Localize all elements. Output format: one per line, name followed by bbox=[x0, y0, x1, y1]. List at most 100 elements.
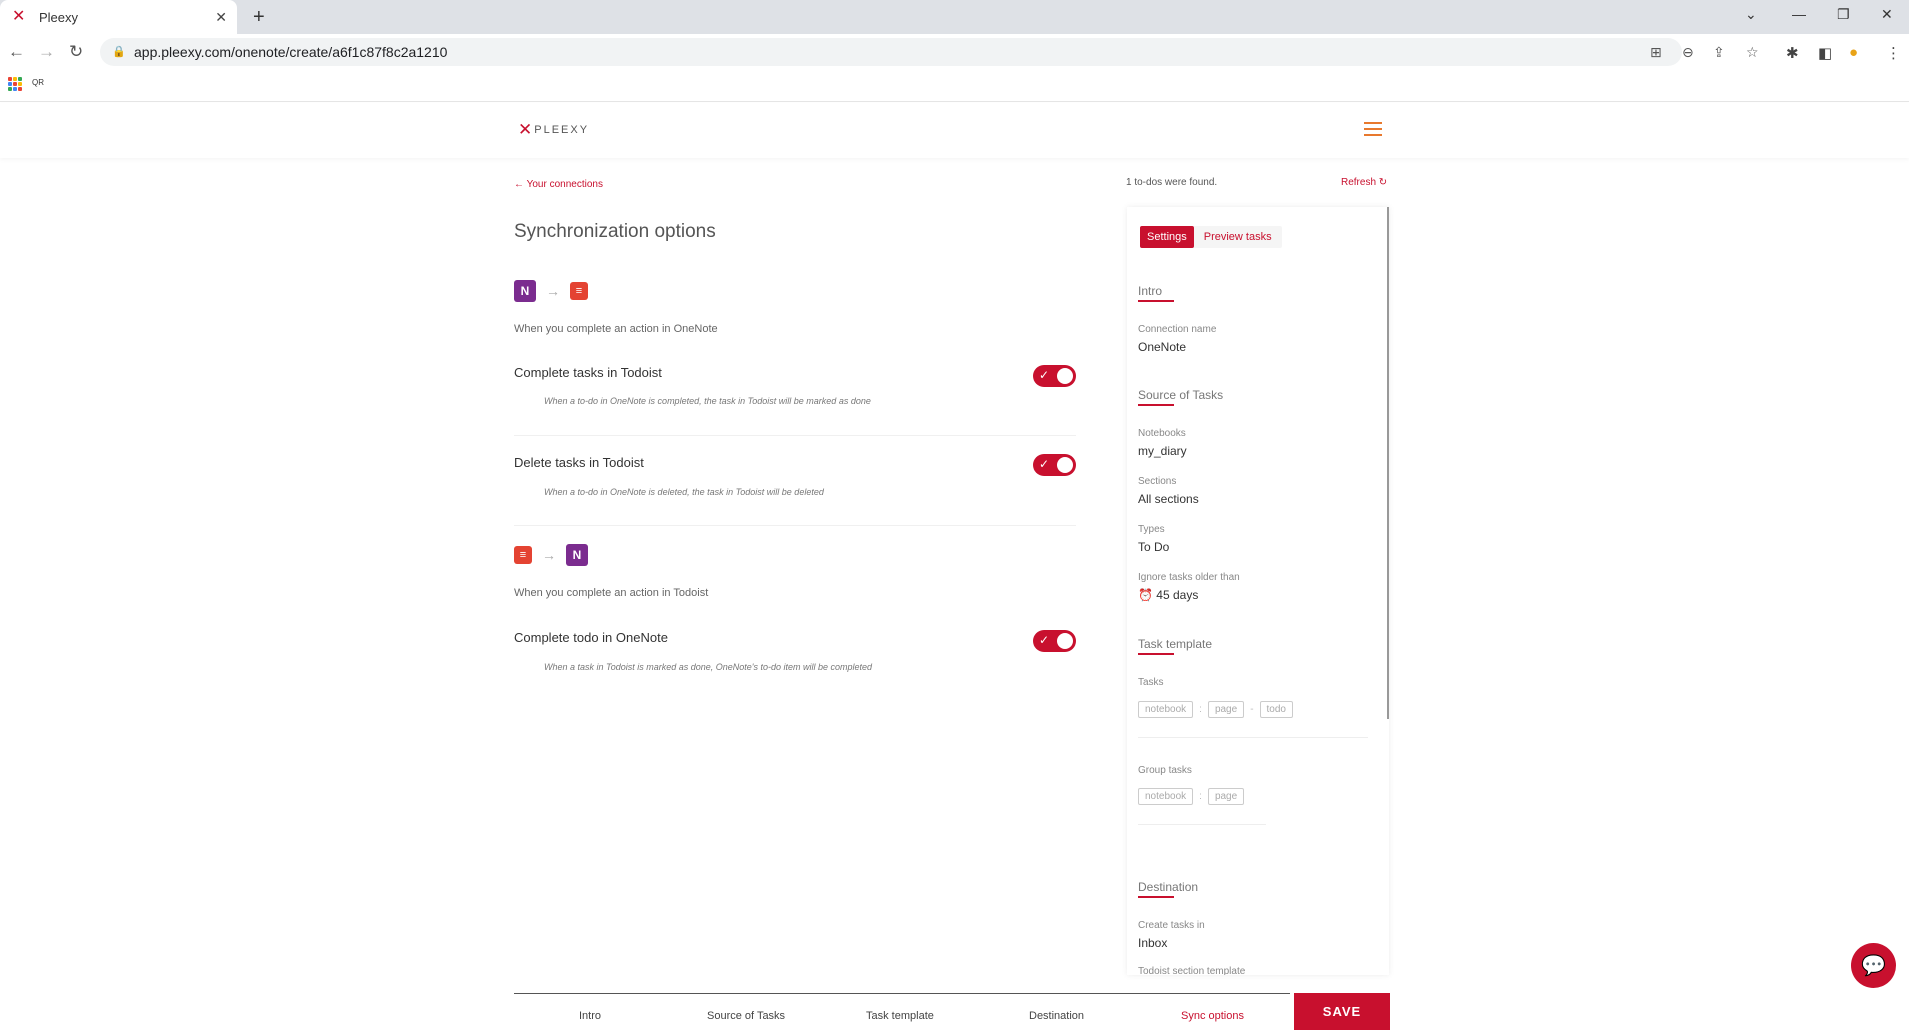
new-tab-icon[interactable]: + bbox=[253, 6, 265, 29]
browser-tab[interactable]: ✕ Pleexy ✕ bbox=[0, 0, 237, 34]
close-tab-icon[interactable]: ✕ bbox=[215, 9, 227, 26]
create-tasks-in-value: Inbox bbox=[1138, 936, 1168, 950]
close-window-icon[interactable]: ✕ bbox=[1881, 6, 1893, 23]
notebooks-label: Notebooks bbox=[1138, 428, 1186, 439]
step-sync-options[interactable]: Sync options bbox=[1181, 1010, 1244, 1022]
connection-name-value: OneNote bbox=[1138, 340, 1187, 354]
option-description: When a task in Todoist is marked as done… bbox=[544, 662, 873, 672]
app-header bbox=[0, 103, 1909, 158]
onenote-section-hint: When you complete an action in OneNote bbox=[514, 323, 718, 335]
restore-icon[interactable]: ❐ bbox=[1837, 6, 1850, 23]
check-icon: ✓ bbox=[1039, 368, 1050, 382]
side-panel-icon[interactable]: ◧ bbox=[1818, 44, 1832, 62]
step-task-template[interactable]: Task template bbox=[866, 1010, 934, 1022]
onenote-icon: N bbox=[566, 544, 588, 566]
tasks-template-chips: notebook : page - todo bbox=[1138, 701, 1293, 718]
template-chip[interactable]: page bbox=[1207, 788, 1245, 805]
todoist-icon: ≡ bbox=[514, 546, 532, 564]
tasks-template-label: Tasks bbox=[1138, 677, 1164, 688]
delete-tasks-todoist-toggle[interactable]: ✓ bbox=[1033, 454, 1076, 476]
tab-title: Pleexy bbox=[39, 9, 79, 25]
sections-label: Sections bbox=[1138, 476, 1177, 487]
menu-icon[interactable] bbox=[1364, 122, 1382, 140]
translate-icon[interactable]: ⊞ bbox=[1650, 44, 1662, 61]
arrow-right-icon: → bbox=[542, 547, 556, 563]
forward-icon[interactable]: → bbox=[38, 42, 55, 62]
back-icon[interactable]: ← bbox=[8, 42, 25, 62]
divider bbox=[1138, 737, 1368, 738]
sections-value: All sections bbox=[1138, 492, 1199, 506]
tab-settings[interactable]: Settings bbox=[1140, 226, 1194, 248]
divider bbox=[514, 525, 1076, 526]
group-tasks-label: Group tasks bbox=[1138, 765, 1192, 776]
task-template-heading: Task template bbox=[1138, 637, 1213, 655]
back-link-label: Your connections bbox=[526, 179, 603, 190]
arrow-right-icon: → bbox=[546, 283, 560, 299]
onenote-to-todoist-flow: N → ≡ bbox=[514, 280, 588, 302]
todoist-to-onenote-flow: ≡ → N bbox=[514, 544, 588, 566]
source-heading: Source of Tasks bbox=[1138, 388, 1224, 406]
chat-support-icon[interactable]: 💬 bbox=[1851, 943, 1896, 988]
check-icon: ✓ bbox=[1039, 633, 1050, 647]
extensions-icon[interactable]: ✱ bbox=[1786, 44, 1799, 62]
refresh-icon: ↻ bbox=[1378, 177, 1388, 188]
panel-scrollbar[interactable] bbox=[1387, 207, 1389, 719]
divider bbox=[1138, 824, 1266, 825]
bookmark-star-icon[interactable]: ☆ bbox=[1746, 44, 1759, 61]
complete-tasks-todoist-toggle[interactable]: ✓ bbox=[1033, 365, 1076, 387]
reload-icon[interactable]: ↻ bbox=[69, 42, 83, 62]
template-chip[interactable]: notebook bbox=[1138, 788, 1194, 805]
step-destination[interactable]: Destination bbox=[1029, 1010, 1084, 1022]
tab-search-icon[interactable]: ⌄ bbox=[1745, 6, 1757, 23]
option-label: Complete tasks in Todoist bbox=[514, 365, 662, 380]
chip-separator: : bbox=[1199, 791, 1202, 802]
refresh-label: Refresh bbox=[1341, 177, 1377, 188]
notebooks-value: my_diary bbox=[1138, 444, 1187, 458]
steps-divider bbox=[514, 993, 1290, 994]
ignore-days: 45 days bbox=[1156, 588, 1199, 602]
url-text[interactable]: app.pleexy.com/onenote/create/a6f1c87f8c… bbox=[134, 44, 447, 60]
complete-todo-onenote-toggle[interactable]: ✓ bbox=[1033, 630, 1076, 652]
step-source-of-tasks[interactable]: Source of Tasks bbox=[707, 1010, 785, 1022]
step-intro[interactable]: Intro bbox=[579, 1010, 601, 1022]
save-button[interactable]: SAVE bbox=[1294, 993, 1390, 1030]
intro-heading: Intro bbox=[1138, 284, 1175, 302]
share-icon[interactable]: ⇪ bbox=[1713, 44, 1725, 61]
types-value: To Do bbox=[1138, 540, 1170, 554]
section-template-label: Todoist section template bbox=[1138, 966, 1246, 975]
template-chip[interactable]: page bbox=[1207, 701, 1245, 718]
zoom-icon[interactable]: ⊖ bbox=[1682, 44, 1694, 61]
refresh-link[interactable]: Refresh ↻ bbox=[1341, 177, 1387, 188]
option-label: Delete tasks in Todoist bbox=[514, 455, 644, 470]
todoist-icon: ≡ bbox=[570, 282, 588, 300]
profile-avatar-icon[interactable]: ● bbox=[1849, 44, 1858, 61]
template-chip[interactable]: notebook bbox=[1138, 701, 1194, 718]
ignore-older-value: ⏰ 45 days bbox=[1138, 588, 1198, 602]
check-icon: ✓ bbox=[1039, 457, 1050, 471]
lock-icon[interactable]: 🔒 bbox=[112, 45, 126, 58]
ignore-older-label: Ignore tasks older than bbox=[1138, 572, 1240, 583]
browser-menu-icon[interactable]: ⋮ bbox=[1886, 44, 1901, 62]
destination-heading: Destination bbox=[1138, 880, 1199, 898]
logo-x-icon: ✕ bbox=[518, 120, 533, 139]
chip-separator: : bbox=[1199, 704, 1202, 715]
minimize-icon[interactable]: — bbox=[1792, 6, 1806, 22]
template-chip[interactable]: todo bbox=[1259, 701, 1293, 718]
logo[interactable]: ✕ PLEEXY bbox=[518, 120, 589, 140]
page-title: Synchronization options bbox=[514, 221, 716, 242]
option-label: Complete todo in OneNote bbox=[514, 630, 668, 645]
pleexy-favicon-icon: ✕ bbox=[12, 8, 26, 25]
settings-panel: Settings Preview tasks Intro Connection … bbox=[1127, 207, 1389, 975]
group-template-chips: notebook : page bbox=[1138, 788, 1245, 805]
panel-tabs: Settings Preview tasks bbox=[1140, 226, 1282, 248]
apps-grid-icon[interactable] bbox=[8, 77, 22, 91]
option-description: When a to-do in OneNote is deleted, the … bbox=[544, 487, 824, 497]
tab-preview-tasks[interactable]: Preview tasks bbox=[1194, 226, 1282, 248]
bookmark-qr[interactable]: QR bbox=[32, 78, 44, 87]
logo-text: PLEEXY bbox=[534, 124, 590, 136]
connection-name-label: Connection name bbox=[1138, 324, 1217, 335]
back-to-connections-link[interactable]: ← Your connections bbox=[514, 179, 603, 190]
onenote-icon: N bbox=[514, 280, 536, 302]
found-count-text: 1 to-dos were found. bbox=[1126, 177, 1218, 188]
alarm-clock-icon: ⏰ bbox=[1138, 588, 1153, 602]
